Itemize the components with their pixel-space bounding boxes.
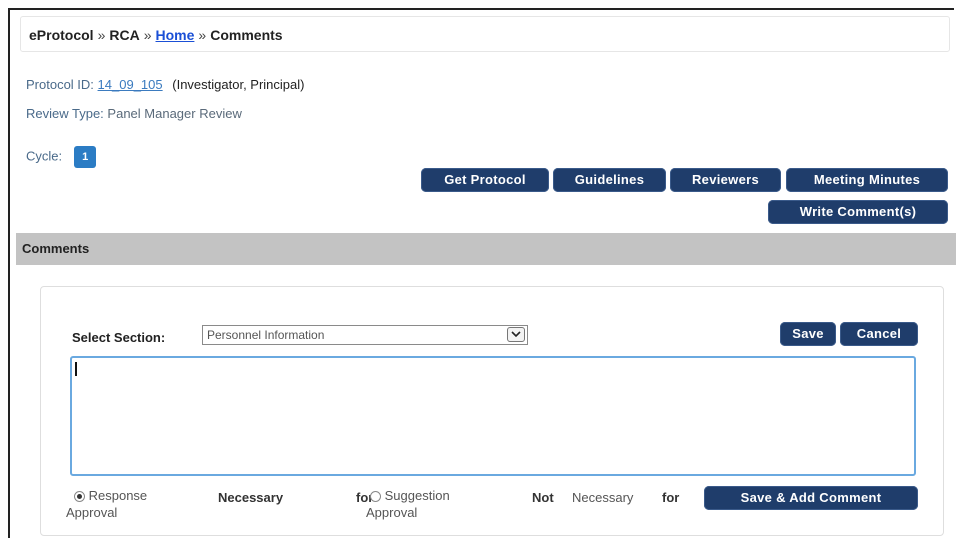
radio-suggestion-word3: Necessary — [572, 490, 634, 505]
radio-response-word4: Approval — [66, 505, 118, 520]
breadcrumb-rca: RCA — [109, 27, 140, 43]
section-select[interactable]: Personnel Information — [202, 325, 528, 345]
radio-checked-icon[interactable] — [74, 491, 85, 503]
radio-unchecked-icon[interactable] — [370, 491, 381, 503]
review-type-label: Review Type: — [26, 106, 104, 121]
text-caret — [75, 362, 77, 376]
breadcrumb-comments: Comments — [210, 27, 283, 43]
radio-suggestion-word2: Not — [532, 490, 554, 505]
cancel-button[interactable]: Cancel — [840, 322, 918, 346]
radio-suggestion[interactable]: Suggestion — [370, 488, 450, 503]
comment-textarea[interactable] — [70, 356, 916, 476]
protocol-id-row: Protocol ID: 14_09_105 (Investigator, Pr… — [26, 77, 304, 92]
radio-suggestion-word1: Suggestion — [384, 488, 450, 503]
section-select-value: Personnel Information — [207, 328, 325, 342]
write-comments-button[interactable]: Write Comment(s) — [768, 200, 948, 224]
reviewers-button[interactable]: Reviewers — [670, 168, 781, 192]
comments-section-header: Comments — [16, 233, 956, 265]
breadcrumb-eprotocol: eProtocol — [29, 27, 94, 43]
protocol-id-link[interactable]: 14_09_105 — [98, 77, 163, 92]
radio-response-word2: Necessary — [218, 490, 284, 505]
review-type-row: Review Type: Panel Manager Review — [26, 106, 242, 121]
radio-suggestion-word4: for — [662, 490, 680, 505]
protocol-id-label: Protocol ID: — [26, 77, 94, 92]
meeting-minutes-button[interactable]: Meeting Minutes — [786, 168, 948, 192]
radio-response-necessary[interactable]: Response — [74, 488, 147, 503]
select-section-label: Select Section: — [72, 330, 166, 345]
get-protocol-button[interactable]: Get Protocol — [421, 168, 549, 192]
breadcrumb-separator: » — [143, 27, 152, 43]
save-and-add-comment-button[interactable]: Save & Add Comment — [704, 486, 918, 510]
guidelines-button[interactable]: Guidelines — [553, 168, 666, 192]
cycle-badge[interactable]: 1 — [74, 146, 97, 168]
breadcrumb-separator: » — [198, 27, 207, 43]
breadcrumb: eProtocol» RCA» Home» Comments — [20, 16, 950, 52]
review-type-value: Panel Manager Review — [107, 106, 242, 121]
chevron-down-icon[interactable] — [507, 327, 525, 342]
breadcrumb-separator: » — [97, 27, 106, 43]
cycle-row: Cycle: 1 — [26, 146, 97, 168]
radio-response-word1: Response — [88, 488, 148, 503]
protocol-role: (Investigator, Principal) — [172, 77, 305, 92]
save-button[interactable]: Save — [780, 322, 836, 346]
radio-suggestion-word5: Approval — [366, 505, 418, 520]
cycle-label: Cycle: — [26, 148, 63, 164]
breadcrumb-home-link[interactable]: Home — [156, 27, 195, 43]
